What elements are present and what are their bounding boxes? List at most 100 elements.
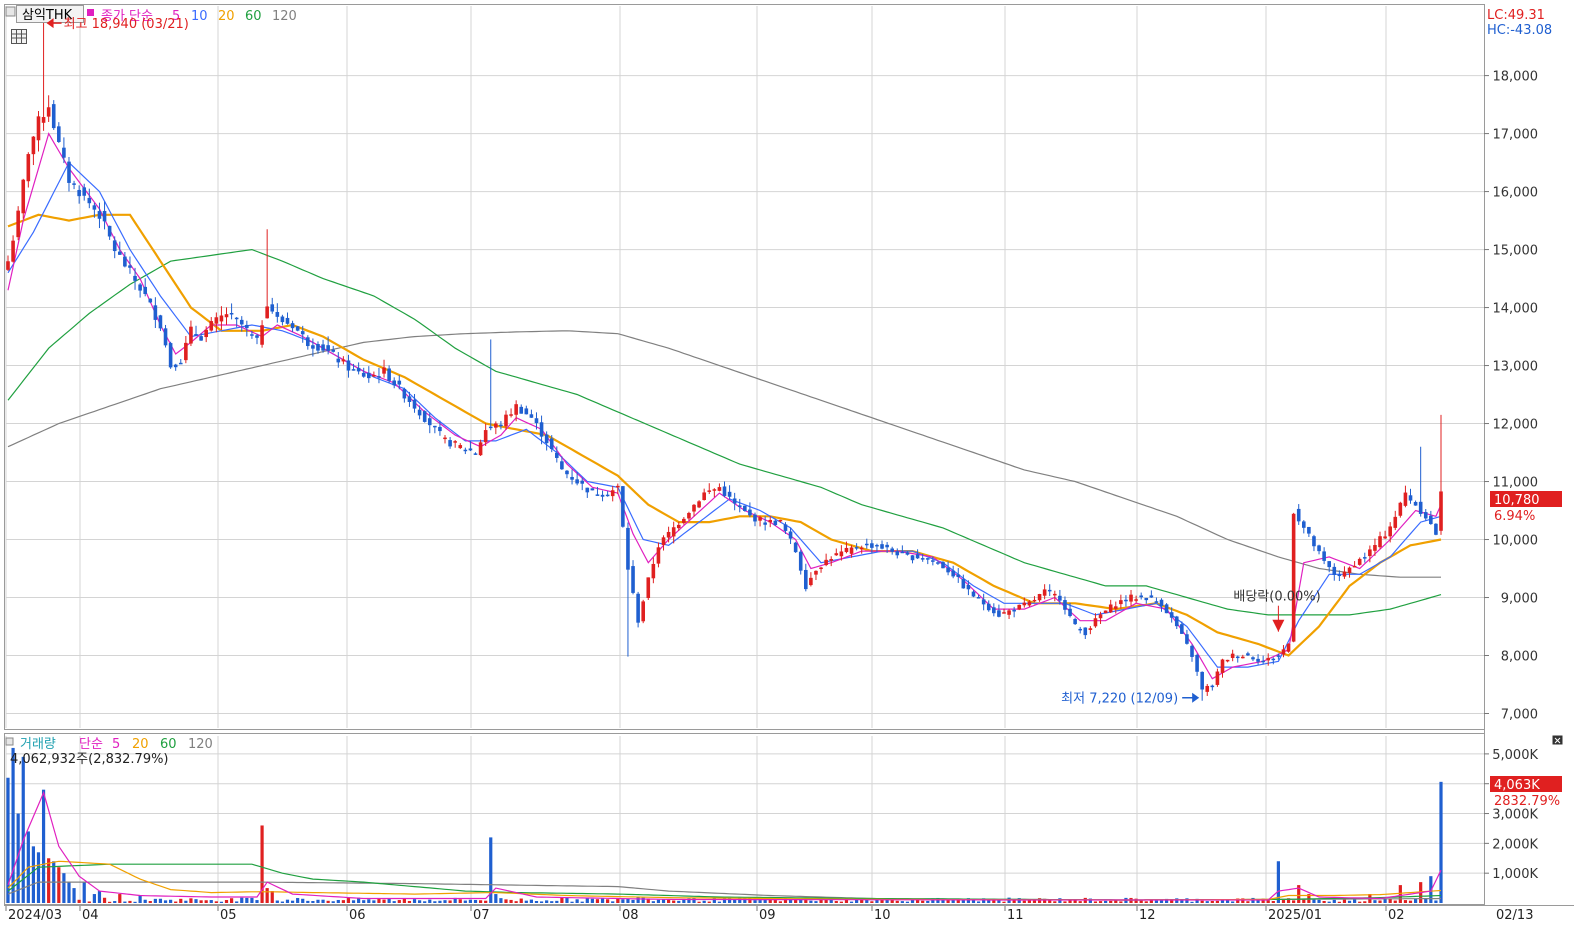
candle-body (483, 430, 488, 443)
candle-body (1256, 658, 1260, 662)
volume-bar (905, 901, 910, 903)
candle-body (1403, 492, 1408, 506)
candle-body (600, 494, 605, 497)
candle-body (570, 476, 574, 480)
candle-body (920, 558, 925, 560)
price-change-percent: 6.94% (1494, 509, 1535, 524)
volume-bar (1281, 900, 1286, 903)
candle-body (438, 426, 442, 432)
candle-body (615, 485, 620, 488)
candle-body (346, 360, 351, 371)
candle-body (1434, 523, 1438, 535)
lc-indicator: LC:49.31 (1487, 8, 1545, 23)
candle-body (433, 425, 437, 428)
stock-chart: 7,000 8,000 9,000 10,000 11,000 12,000 13,000 1… (4, 4, 1574, 923)
volume-pane[interactable] (4, 733, 1485, 905)
volume-bar (1398, 885, 1402, 903)
volume-bar (351, 900, 356, 903)
price-legend-period: 60 (245, 9, 262, 24)
candle-body (854, 547, 859, 549)
price-pane[interactable] (4, 4, 1485, 730)
volume-bar (987, 900, 991, 903)
candle-body (1042, 589, 1047, 596)
candle-body (661, 537, 666, 545)
volume-legend-period: 20 (132, 737, 149, 752)
volume-bar (189, 898, 193, 903)
volume-bar (514, 901, 518, 903)
volume-bar (1337, 901, 1341, 903)
candle-body (494, 423, 498, 428)
candle-body (26, 154, 31, 182)
volume-pane-close-icon[interactable] (1552, 735, 1563, 745)
candle-body (148, 298, 153, 303)
volume-bar (611, 901, 615, 903)
volume-bar (163, 900, 168, 903)
candle-body (829, 559, 834, 561)
candle-body (524, 408, 529, 415)
candle-body (351, 369, 356, 371)
volume-bar (636, 897, 640, 903)
candle-body (311, 345, 315, 349)
volume-bar (809, 900, 813, 903)
volume-bar (113, 901, 117, 903)
candle-body (1037, 594, 1042, 601)
volume-bar (1185, 898, 1189, 903)
candle-body (280, 316, 285, 323)
volume-bar (590, 898, 594, 903)
candle-body (67, 161, 71, 183)
volume-bar (550, 901, 554, 903)
candle-body (62, 147, 66, 158)
candle-body (1276, 655, 1281, 657)
candle-body (656, 547, 661, 564)
candle-body (1342, 571, 1347, 577)
candle-body (737, 505, 742, 507)
volume-collapse-button[interactable] (5, 737, 14, 746)
candle-body (875, 544, 879, 547)
candle-body (1119, 600, 1123, 605)
candle-body (138, 284, 142, 291)
candle-body (1022, 602, 1027, 606)
candle-body (1108, 604, 1113, 613)
volume-bar (174, 901, 178, 903)
candle-body (158, 315, 163, 329)
candle-body (971, 591, 976, 597)
candle-body (499, 424, 503, 427)
volume-bar (143, 899, 147, 903)
volume-bar (539, 901, 544, 903)
date-tick-label: 02 (1388, 908, 1405, 923)
volume-bar (1119, 901, 1123, 903)
volume-bar (1373, 900, 1377, 903)
candle-body (748, 509, 752, 516)
candle-body (199, 336, 203, 341)
volume-bar (443, 900, 447, 903)
candle-body (621, 486, 625, 527)
volume-bar (707, 901, 711, 903)
candle-body (57, 126, 61, 142)
candle-body (870, 543, 874, 548)
chart-table-icon[interactable] (11, 29, 27, 44)
candle-body (824, 559, 828, 566)
candle-body (1144, 597, 1149, 601)
candle-body (1068, 608, 1072, 617)
candle-body (321, 344, 325, 351)
candle-body (1195, 654, 1199, 672)
volume-bar (87, 901, 91, 903)
volume-bar (956, 900, 960, 903)
volume-bar (585, 898, 589, 903)
volume-bar (1363, 901, 1367, 903)
candle-body (580, 480, 585, 484)
volume-bar (926, 900, 930, 903)
volume-bar (870, 901, 874, 903)
volume-bar (478, 900, 483, 903)
volume-bar (1078, 901, 1082, 903)
candle-body (859, 547, 864, 550)
candle-body (402, 389, 407, 399)
candle-body (36, 116, 41, 141)
candle-body (1047, 589, 1052, 592)
volume-bar (306, 900, 310, 903)
collapse-button[interactable] (5, 6, 16, 17)
volume-bar (397, 900, 401, 903)
candle-body (21, 179, 26, 214)
date-tick-label: 09 (759, 908, 776, 923)
volume-bar (509, 899, 513, 903)
